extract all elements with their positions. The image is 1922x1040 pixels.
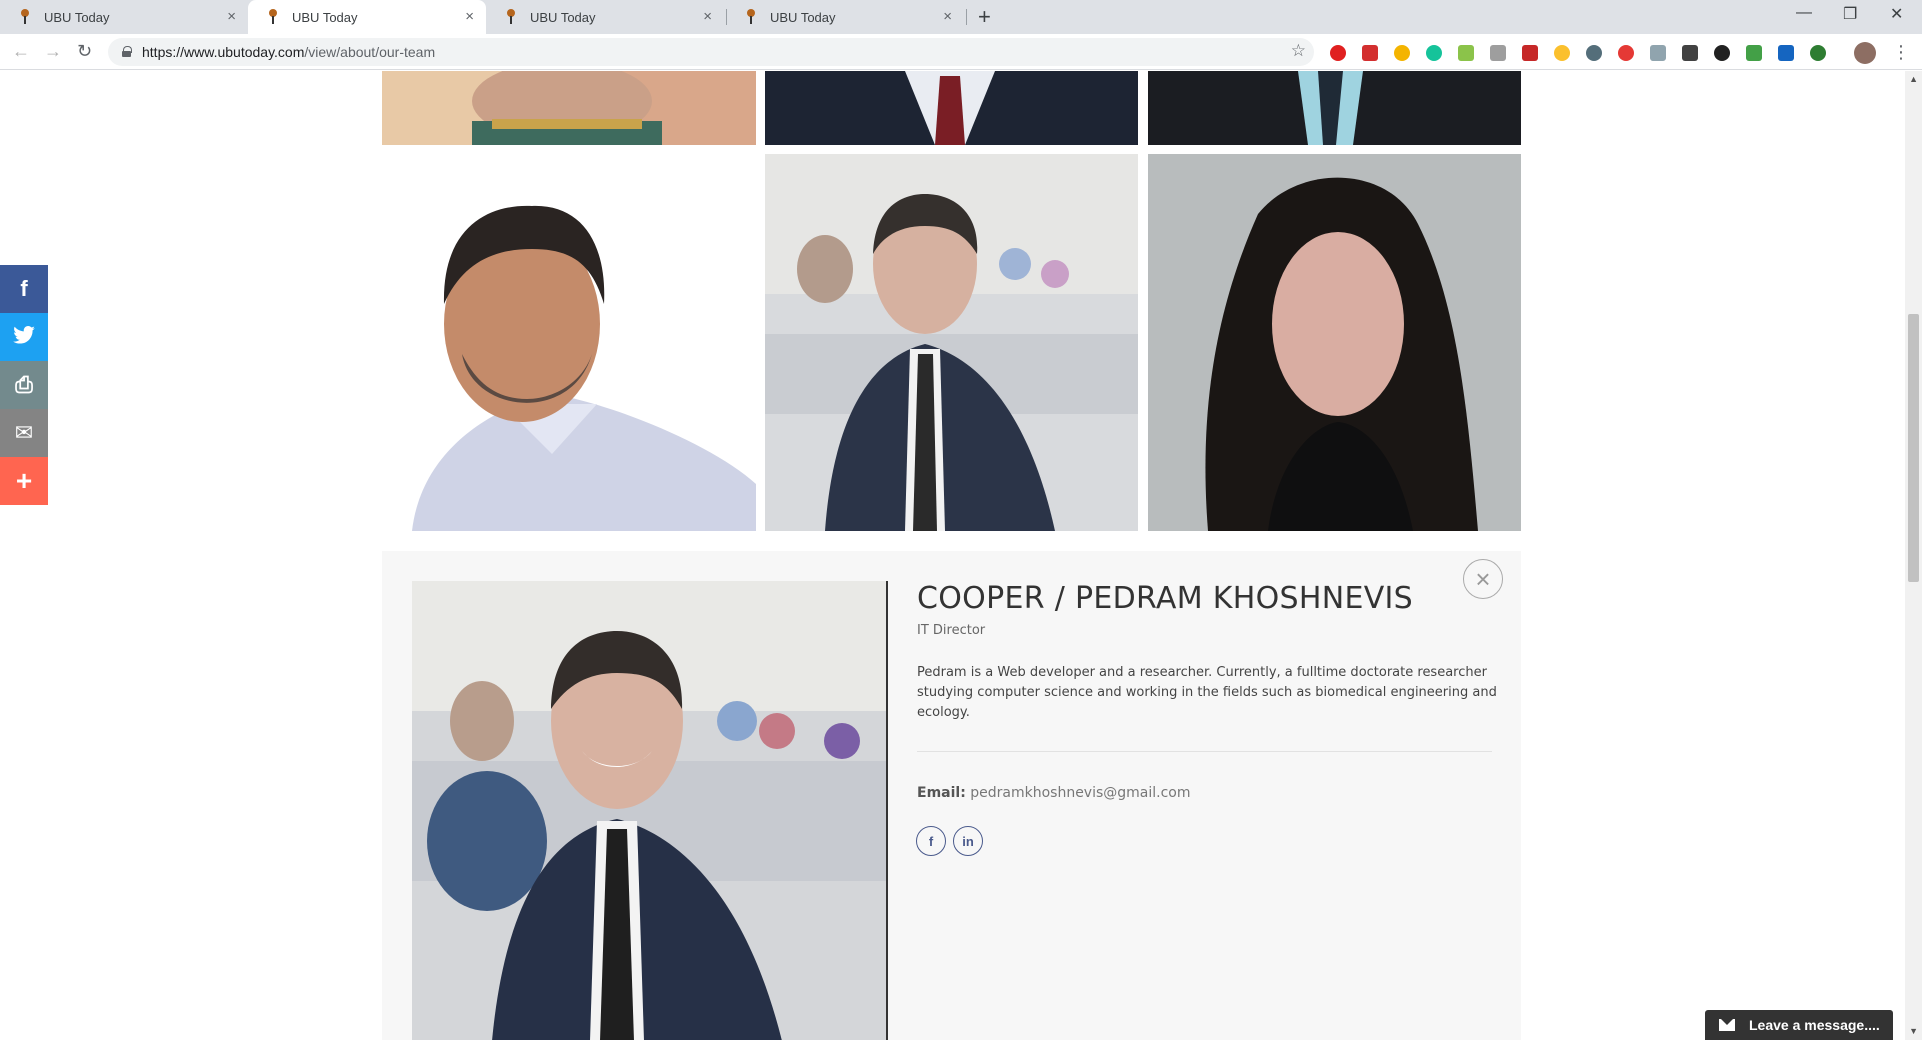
facebook-link-button[interactable]: f — [916, 826, 946, 856]
email-label: Email: — [917, 785, 966, 801]
site-favicon-icon — [268, 9, 278, 25]
tab-close-icon[interactable]: × — [703, 8, 712, 25]
tab-title: UBU Today — [770, 9, 836, 25]
arc-extension-icon[interactable] — [1746, 45, 1762, 61]
plus-icon: + — [15, 465, 33, 496]
share-print-button[interactable]: ⎙ — [0, 361, 48, 409]
new-tab-button[interactable]: + — [978, 4, 991, 30]
eye-extension-icon[interactable] — [1586, 45, 1602, 61]
tab-close-icon[interactable]: × — [465, 8, 474, 25]
envelope-icon — [1719, 1019, 1735, 1031]
member-email: Email: pedramkhoshnevis@gmail.com — [917, 785, 1191, 801]
forward-icon[interactable]: → — [44, 41, 62, 62]
divider — [917, 751, 1492, 752]
team-photo-man-suit-blue[interactable] — [1148, 71, 1521, 145]
minimize-icon[interactable]: — — [1796, 4, 1812, 22]
page-content: × COOPER / PEDRAM KHOSHNEVIS IT Director… — [0, 71, 1922, 1040]
bookmark-star-icon[interactable]: ☆ — [1291, 41, 1306, 61]
member-name: COOPER / PEDRAM KHOSHNEVIS — [917, 581, 1414, 616]
scroll-down-icon[interactable]: ▼ — [1909, 1026, 1918, 1036]
email-address[interactable]: pedramkhoshnevis@gmail.com — [970, 785, 1190, 801]
color-wheel-extension-icon[interactable] — [1618, 45, 1634, 61]
photo-image — [412, 581, 886, 1040]
opera-extension-icon[interactable] — [1330, 45, 1346, 61]
grid-extension-icon[interactable] — [1778, 45, 1794, 61]
url-text: https://www.ubutoday.com/view/about/our-… — [142, 44, 435, 60]
photo-image — [382, 154, 756, 531]
close-detail-button[interactable]: × — [1463, 559, 1503, 599]
share-facebook-button[interactable]: f — [0, 265, 48, 313]
site-favicon-icon — [746, 9, 756, 25]
tab-close-icon[interactable]: × — [943, 8, 952, 25]
team-photo-pedram-khoshnevis[interactable] — [765, 154, 1138, 531]
team-photo-woman-blonde[interactable] — [382, 71, 756, 145]
tab-close-icon[interactable]: × — [227, 8, 236, 25]
restore-icon[interactable]: ❐ — [1843, 4, 1857, 24]
yellow-extension-icon[interactable] — [1394, 45, 1410, 61]
tab-title: UBU Today — [292, 9, 358, 25]
tab-bar: UBU Today × UBU Today × UBU Today × UBU … — [0, 0, 1922, 34]
linkedin-icon: in — [962, 833, 974, 849]
linkedin-link-button[interactable]: in — [953, 826, 983, 856]
extension-icon[interactable] — [1650, 45, 1666, 61]
facebook-icon: f — [20, 276, 28, 301]
tab-title: UBU Today — [44, 9, 110, 25]
share-more-button[interactable]: + — [0, 457, 48, 505]
browser-tab-4[interactable]: UBU Today × — [726, 0, 964, 34]
browser-toolbar: ← → ↻ https://www.ubutoday.com/view/abou… — [0, 34, 1922, 70]
photo-image — [1148, 154, 1521, 531]
share-twitter-button[interactable] — [0, 313, 48, 361]
red-extension-icon[interactable] — [1362, 45, 1378, 61]
site-favicon-icon — [20, 9, 30, 25]
tab-title: UBU Today — [530, 9, 596, 25]
print-icon: ⎙ — [15, 372, 33, 397]
photo-image — [382, 71, 756, 145]
scrollbar-thumb[interactable] — [1908, 314, 1919, 582]
reload-icon[interactable]: ↻ — [77, 41, 92, 62]
email-icon: ✉ — [14, 420, 34, 445]
team-photo-woman-dark-hair[interactable] — [1148, 154, 1521, 531]
gray-extension-icon[interactable] — [1490, 45, 1506, 61]
twitter-icon — [13, 324, 35, 350]
address-bar[interactable]: https://www.ubutoday.com/view/about/our-… — [108, 38, 1314, 66]
team-photo-man-beard[interactable] — [382, 154, 756, 531]
window-close-icon[interactable]: ✕ — [1890, 4, 1903, 24]
leave-message-widget[interactable]: Leave a message.... — [1705, 1010, 1893, 1040]
facebook-icon: f — [928, 833, 934, 849]
tab-separator — [966, 9, 967, 25]
browser-tab-1[interactable]: UBU Today × — [0, 0, 248, 34]
photo-image — [765, 71, 1138, 145]
url-host: https://www.ubutoday.com — [142, 44, 305, 60]
team-photo-man-suit-red-tie[interactable] — [765, 71, 1138, 145]
browser-tab-2-active[interactable]: UBU Today × — [248, 0, 486, 34]
bulb-extension-icon[interactable] — [1554, 45, 1570, 61]
dark-extension-icon[interactable] — [1682, 45, 1698, 61]
grammarly-icon[interactable] — [1426, 45, 1442, 61]
scroll-up-icon[interactable]: ▲ — [1909, 74, 1918, 84]
lock-icon — [122, 46, 132, 57]
photo-image — [765, 154, 1138, 531]
glasses-extension-icon[interactable] — [1714, 45, 1730, 61]
browser-menu-icon[interactable]: ⋮ — [1892, 42, 1910, 63]
member-title: IT Director — [917, 623, 986, 638]
site-favicon-icon — [506, 9, 516, 25]
browser-tab-3[interactable]: UBU Today × — [486, 0, 724, 34]
evernote-extension-icon[interactable] — [1810, 45, 1826, 61]
team-member-photo — [412, 581, 888, 1040]
share-email-button[interactable]: ✉ — [0, 409, 48, 457]
url-path: /view/about/our-team — [304, 44, 436, 60]
page-scrollbar[interactable]: ▲ ▼ — [1905, 71, 1922, 1040]
profile-avatar[interactable] — [1854, 42, 1876, 64]
member-bio: Pedram is a Web developer and a research… — [917, 665, 1497, 720]
team-member-detail-panel: × COOPER / PEDRAM KHOSHNEVIS IT Director… — [382, 551, 1521, 1040]
green-extension-icon[interactable] — [1458, 45, 1474, 61]
back-icon[interactable]: ← — [12, 41, 30, 62]
chart-extension-icon[interactable] — [1522, 45, 1538, 61]
chat-label: Leave a message.... — [1749, 1017, 1880, 1033]
photo-image — [1148, 71, 1521, 145]
